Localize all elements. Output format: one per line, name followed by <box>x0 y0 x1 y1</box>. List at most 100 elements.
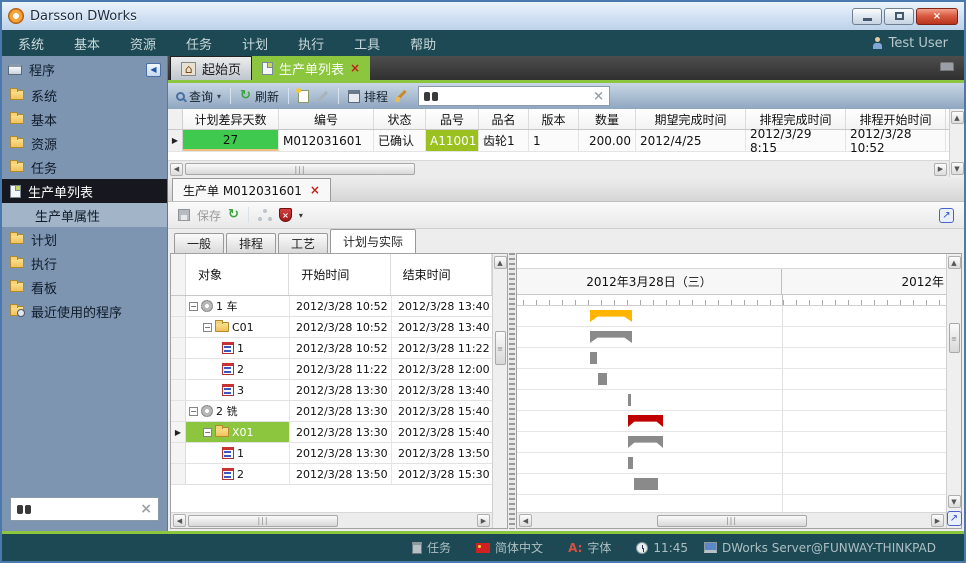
new-document-icon[interactable] <box>298 90 309 103</box>
expand-gantt-icon[interactable]: ↗ <box>947 511 962 526</box>
gantt-bar-summary[interactable] <box>590 310 632 322</box>
menu-resource[interactable]: 资源 <box>130 34 156 53</box>
sidebar-item-system[interactable]: 系统 <box>2 83 167 107</box>
col-header-object[interactable]: 对象 <box>186 254 289 295</box>
tab-production-order-list[interactable]: 生产单列表 × <box>252 56 370 80</box>
gantt-bar-summary[interactable] <box>628 436 663 448</box>
schedule-button[interactable]: 排程 <box>348 88 388 105</box>
tab-close-icon[interactable]: × <box>310 183 320 197</box>
chevron-down-icon[interactable]: ▾ <box>299 211 303 220</box>
gantt-bar-summary[interactable] <box>628 415 663 427</box>
maximize-button[interactable] <box>884 8 914 25</box>
status-task-selector[interactable]: 任务 ▾ <box>412 539 460 556</box>
subtab-process[interactable]: 工艺 <box>278 233 328 253</box>
scroll-left-icon[interactable]: ◀ <box>170 163 183 176</box>
minimize-button[interactable] <box>852 8 882 25</box>
menu-system[interactable]: 系统 <box>18 34 44 53</box>
sidebar-search-box[interactable]: × <box>10 497 159 521</box>
menu-execute[interactable]: 执行 <box>298 34 324 53</box>
open-in-window-icon[interactable]: ↗ <box>939 208 954 223</box>
sidebar-item-kanban[interactable]: 看板 <box>2 275 167 299</box>
sidebar-item-resource[interactable]: 资源 <box>2 131 167 155</box>
tree-horizontal-scrollbar[interactable]: ◀ ||| ▶ <box>171 512 492 528</box>
scroll-right-icon[interactable]: ▶ <box>477 514 490 527</box>
tree-row[interactable]: 1 2012/3/28 13:30 2012/3/28 13:50 <box>171 443 492 464</box>
col-header[interactable]: 状态 <box>374 109 426 129</box>
col-header-end[interactable]: 结束时间 <box>391 254 492 295</box>
col-header[interactable]: 品名 <box>479 109 529 129</box>
gantt-bar-task[interactable] <box>634 478 658 490</box>
sidebar-item-production-order-props[interactable]: 生产单属性 <box>2 203 167 227</box>
gantt-bar-task[interactable] <box>598 373 607 385</box>
status-font-selector[interactable]: A: 字体 ▾ <box>568 539 620 556</box>
menu-tools[interactable]: 工具 <box>354 34 380 53</box>
menu-plan[interactable]: 计划 <box>242 34 268 53</box>
close-button[interactable]: × <box>916 8 958 25</box>
toolbar-search-box[interactable]: × <box>418 86 610 106</box>
grid-horizontal-scrollbar[interactable]: ◀ ||| ▶ <box>168 160 949 177</box>
scroll-thumb[interactable]: ||| <box>188 515 338 527</box>
save-button[interactable]: 保存 <box>197 207 221 224</box>
shield-cancel-icon[interactable]: × <box>279 208 292 222</box>
menu-help[interactable]: 帮助 <box>410 34 436 53</box>
tab-production-order-detail[interactable]: 生产单 M012031601 × <box>172 178 331 201</box>
flow-chart-icon[interactable] <box>258 209 272 221</box>
scroll-thumb[interactable]: ||| <box>185 163 415 175</box>
scroll-thumb[interactable]: ≡ <box>949 323 960 353</box>
tree-row[interactable]: 2 2012/3/28 13:50 2012/3/28 15:30 <box>171 464 492 485</box>
tab-close-icon[interactable]: × <box>350 61 360 75</box>
col-header[interactable]: 品号 <box>426 109 479 129</box>
gantt-bar-summary[interactable] <box>590 331 632 343</box>
refresh-button[interactable]: ↻ 刷新 <box>240 88 279 105</box>
col-header[interactable]: 数量 <box>579 109 636 129</box>
scroll-thumb[interactable]: ≡ <box>495 331 506 365</box>
scroll-up-icon[interactable]: ▲ <box>951 111 964 124</box>
status-language-selector[interactable]: 简体中文 ▾ <box>476 539 552 556</box>
scroll-down-icon[interactable]: ▼ <box>951 162 964 175</box>
scroll-right-icon[interactable]: ▶ <box>931 514 944 527</box>
menu-basic[interactable]: 基本 <box>74 34 100 53</box>
tree-vertical-scrollbar[interactable]: ▲ ≡ <box>492 254 507 528</box>
tree-row[interactable]: −1 车 2012/3/28 10:52 2012/3/28 13:40 <box>171 296 492 317</box>
search-clear-icon[interactable]: × <box>140 501 152 517</box>
scroll-right-icon[interactable]: ▶ <box>934 163 947 176</box>
tree-expand-icon[interactable]: − <box>189 302 198 311</box>
col-header[interactable]: 期望完成时间 <box>636 109 746 129</box>
sidebar-item-basic[interactable]: 基本 <box>2 107 167 131</box>
refresh-icon[interactable]: ↻ <box>228 209 239 221</box>
pin-window-icon[interactable] <box>940 62 954 71</box>
scroll-up-icon[interactable]: ▲ <box>948 256 961 269</box>
sidebar-item-recent-programs[interactable]: 最近使用的程序 <box>2 299 167 323</box>
menu-task[interactable]: 任务 <box>186 34 212 53</box>
col-header-start[interactable]: 开始时间 <box>289 254 390 295</box>
scroll-left-icon[interactable]: ◀ <box>173 514 186 527</box>
search-clear-icon[interactable]: × <box>593 89 604 104</box>
tree-row[interactable]: 1 2012/3/28 10:52 2012/3/28 11:22 <box>171 338 492 359</box>
subtab-schedule[interactable]: 排程 <box>226 233 276 253</box>
sidebar-item-execute[interactable]: 执行 <box>2 251 167 275</box>
tree-row[interactable]: 3 2012/3/28 13:30 2012/3/28 13:40 <box>171 380 492 401</box>
query-button[interactable]: 查询 ▾ <box>176 88 221 105</box>
gantt-bar-task[interactable] <box>590 352 597 364</box>
gantt-horizontal-scrollbar[interactable]: ◀ ||| ▶ <box>517 512 946 528</box>
split-handle[interactable] <box>509 253 515 529</box>
sidebar-collapse-button[interactable]: ◀ <box>146 63 161 77</box>
scroll-thumb[interactable]: ||| <box>657 515 807 527</box>
sidebar-item-production-order-list[interactable]: 生产单列表 <box>2 179 167 203</box>
col-header[interactable]: 版本 <box>529 109 579 129</box>
col-header[interactable]: 编号 <box>279 109 374 129</box>
scroll-left-icon[interactable]: ◀ <box>519 514 532 527</box>
tab-home[interactable]: ⌂ 起始页 <box>170 56 252 80</box>
subtab-plan-vs-actual[interactable]: 计划与实际 <box>330 229 416 253</box>
scroll-down-icon[interactable]: ▼ <box>948 495 961 508</box>
gantt-vertical-scrollbar[interactable]: ▲ ≡ ▼ ↗ <box>946 254 961 528</box>
col-header[interactable]: 计划差异天数 <box>183 109 279 129</box>
grid-data-row[interactable]: ▶ 27 M012031601 已确认 A11001 齿轮1 1 200.00 … <box>168 130 949 152</box>
gantt-bar-task[interactable] <box>628 457 633 469</box>
tree-row[interactable]: −C01 2012/3/28 10:52 2012/3/28 13:40 <box>171 317 492 338</box>
grid-vertical-scrollbar[interactable]: ▲ ▼ <box>949 109 964 177</box>
tree-expand-icon[interactable]: − <box>189 407 198 416</box>
sidebar-item-task[interactable]: 任务 <box>2 155 167 179</box>
tree-expand-icon[interactable]: − <box>203 323 212 332</box>
current-user[interactable]: Test User <box>872 36 948 51</box>
